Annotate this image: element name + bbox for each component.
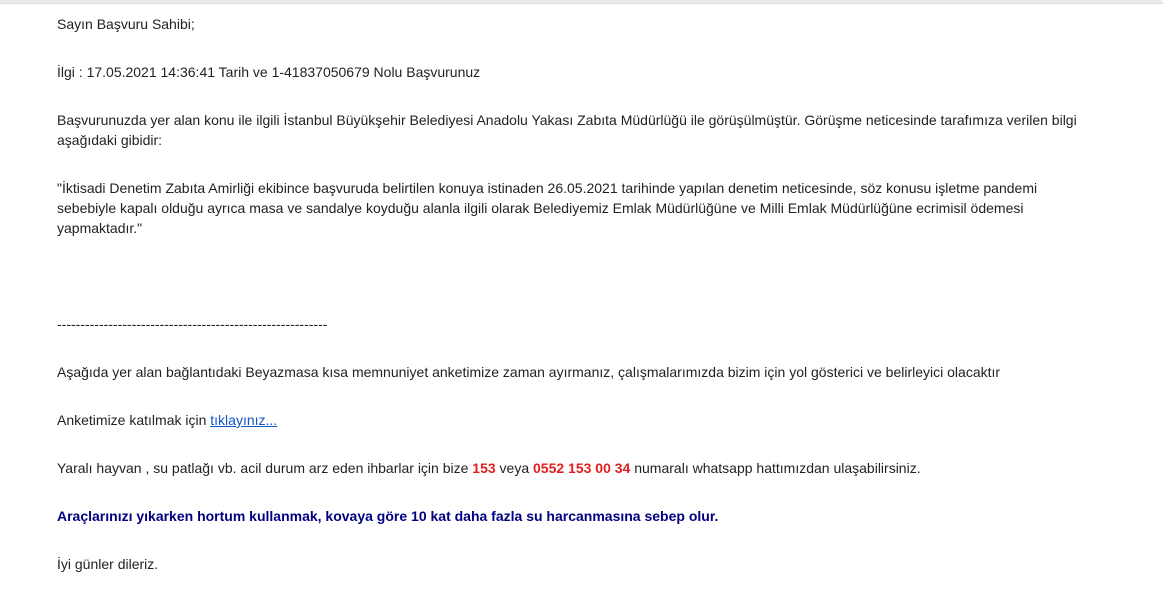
survey-prompt: Anketimize katılmak için tıklayınız... [57, 410, 1097, 430]
survey-link[interactable]: tıklayınız... [210, 412, 277, 428]
emergency-number-153: 153 [472, 460, 496, 476]
separator-line: ----------------------------------------… [57, 316, 328, 332]
closing-line: İyi günler dileriz. [57, 556, 159, 572]
emergency-text-after: numaralı whatsapp hattımızdan ulaşabilir… [630, 460, 921, 476]
email-body: Sayın Başvuru Sahibi; İlgi : 17.05.2021 … [57, 14, 1097, 602]
blank-space [57, 266, 1097, 314]
intro-paragraph: Başvurunuzda yer alan konu ile ilgili İs… [57, 112, 1077, 148]
top-border [0, 0, 1163, 4]
survey-prompt-text: Anketimize katılmak için [57, 412, 211, 428]
emergency-paragraph: Yaralı hayvan , su patlağı vb. acil duru… [57, 458, 1097, 478]
greeting: Sayın Başvuru Sahibi; [57, 16, 195, 32]
emergency-whatsapp-number: 0552 153 00 34 [533, 460, 631, 476]
quoted-response: "İktisadi Denetim Zabıta Amirliği ekibin… [57, 180, 1038, 236]
survey-paragraph: Aşağıda yer alan bağlantıdaki Beyazmasa … [57, 364, 1001, 380]
emergency-text-middle: veya [495, 460, 534, 476]
emergency-text-before: Yaralı hayvan , su patlağı vb. acil duru… [57, 460, 473, 476]
water-saving-notice: Araçlarınızı yıkarken hortum kullanmak, … [57, 508, 719, 524]
subject-reference: İlgi : 17.05.2021 14:36:41 Tarih ve 1-41… [57, 64, 481, 80]
